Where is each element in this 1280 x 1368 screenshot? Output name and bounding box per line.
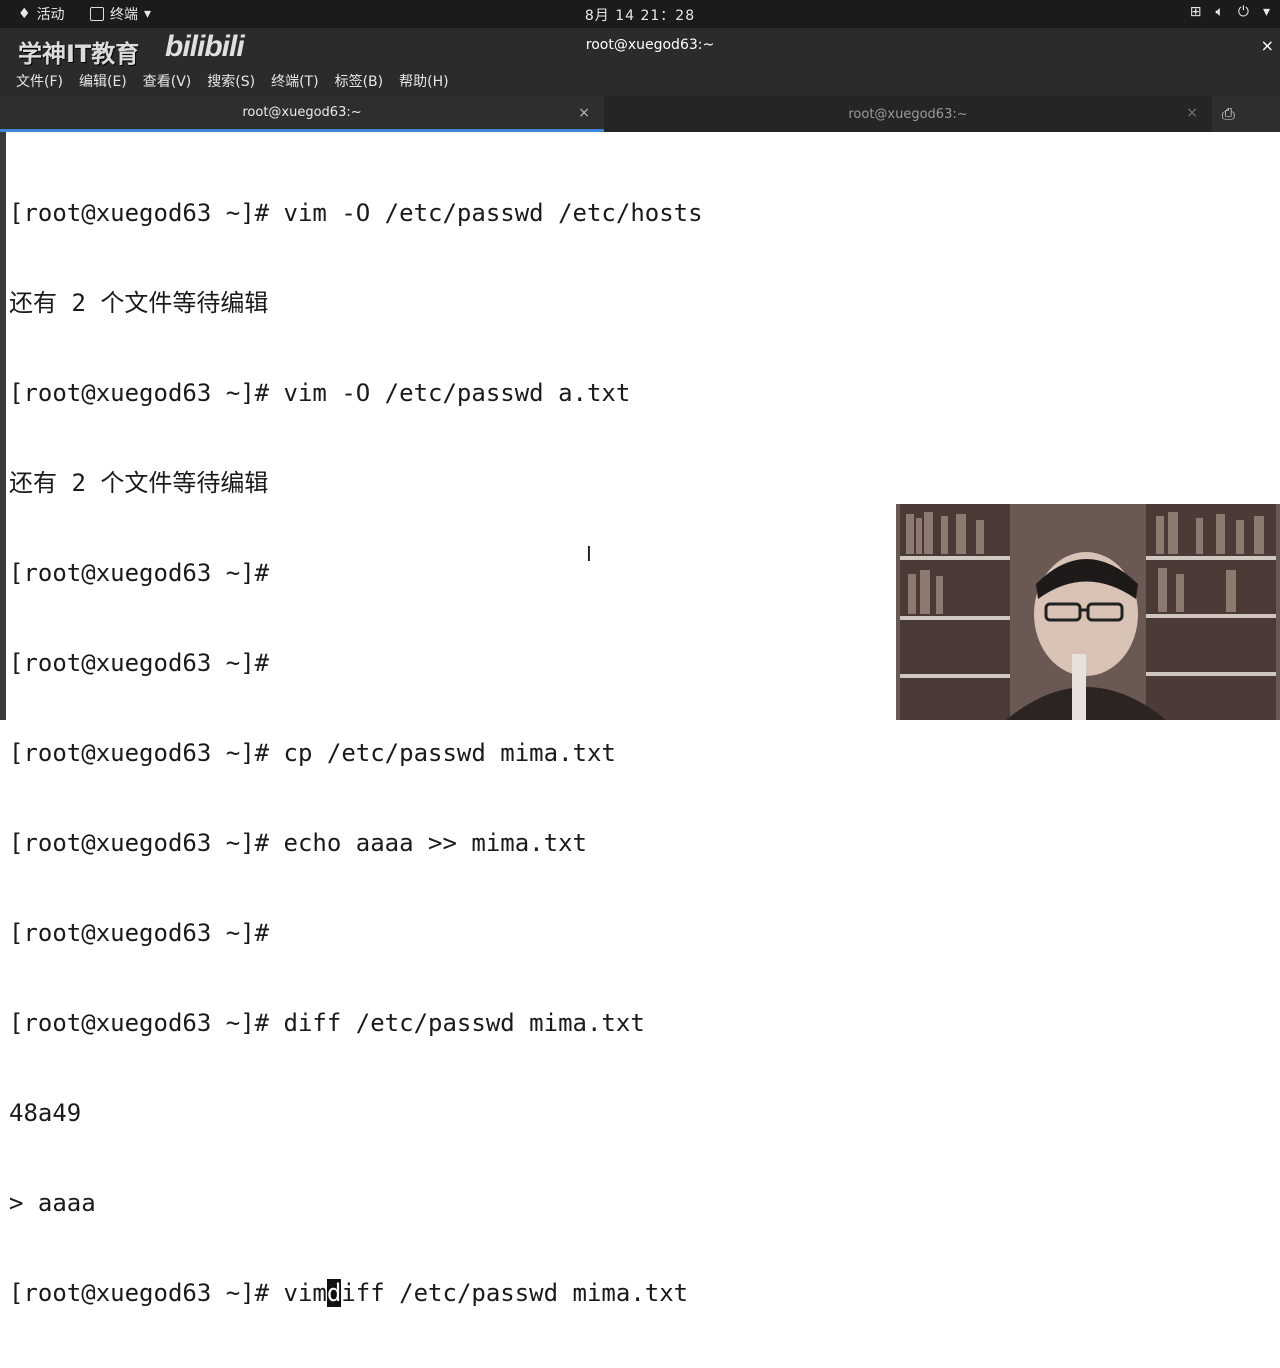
clock[interactable]: 8月 14 21：28 [0, 5, 1280, 25]
terminal-line: [root@xuegod63 ~]# cp /etc/passwd mima.t… [9, 739, 616, 767]
ibeam-cursor-icon: I [586, 542, 592, 566]
input-before-cursor: [root@xuegod63 ~]# vim [9, 1279, 327, 1307]
webcam-image [896, 504, 1280, 720]
power-icon[interactable]: ⏻ [1238, 4, 1249, 20]
terminal-app-icon [90, 7, 104, 21]
text-cursor: d [326, 1279, 342, 1307]
tab-terminal-2[interactable]: root@xuegod63:~ × [604, 96, 1212, 132]
app-menu-label: 终端 [110, 7, 138, 23]
tab-terminal-1[interactable]: root@xuegod63:~ × [0, 96, 604, 132]
terminal-line: [root@xuegod63 ~]# diff /etc/passwd mima… [9, 1009, 645, 1037]
system-top-bar: ♦ 活动 终端 ▾ 8月 14 21：28 ⊞ 🔈︎ ⏻ ▾ [0, 0, 1280, 28]
close-icon[interactable]: × [578, 105, 590, 121]
menu-bar: 文件(F) 编辑(E) 查看(V) 搜索(S) 终端(T) 标签(B) 帮助(H… [0, 66, 1280, 96]
volume-icon[interactable]: 🔈︎ [1215, 4, 1223, 20]
menu-edit[interactable]: 编辑(E) [79, 71, 127, 91]
menu-terminal[interactable]: 终端(T) [271, 71, 318, 91]
terminal-line: 还有 2 个文件等待编辑 [9, 469, 269, 497]
tab-bar: root@xuegod63:~ × root@xuegod63:~ × ⎙ [0, 96, 1280, 132]
system-tray[interactable]: ⊞ 🔈︎ ⏻ ▾ [1190, 4, 1270, 20]
terminal-input-line[interactable]: [root@xuegod63 ~]# vimdiff /etc/passwd m… [9, 1278, 703, 1308]
activities-button[interactable]: ♦ 活动 [18, 4, 65, 24]
activities-label: 活动 [36, 7, 65, 23]
window-title-bar[interactable]: 学神IT教育 bilibili root@xuegod63:~ × [0, 28, 1280, 68]
app-menu-button[interactable]: 终端 ▾ [90, 4, 151, 24]
input-after-cursor: iff /etc/passwd mima.txt [341, 1279, 689, 1307]
menu-help[interactable]: 帮助(H) [399, 71, 448, 91]
terminal-line: > aaaa [9, 1189, 96, 1217]
terminal-output: [root@xuegod63 ~]# vim -O /etc/passwd /e… [9, 138, 703, 1368]
menu-file[interactable]: 文件(F) [16, 71, 63, 91]
chevron-down-icon[interactable]: ▾ [1263, 4, 1270, 20]
new-tab-icon[interactable]: ⎙ [1222, 104, 1235, 124]
close-icon[interactable]: × [1186, 105, 1198, 121]
presenter-webcam-video [896, 504, 1280, 720]
terminal-line: 48a49 [9, 1099, 82, 1127]
tab-label: root@xuegod63:~ [848, 106, 968, 122]
window-close-button[interactable]: × [1261, 36, 1274, 55]
terminal-line: [root@xuegod63 ~]# echo aaaa >> mima.txt [9, 829, 587, 857]
terminal-line: [root@xuegod63 ~]# [9, 559, 270, 587]
terminal-line: 还有 2 个文件等待编辑 [9, 289, 269, 317]
terminal-line: [root@xuegod63 ~]# vim -O /etc/passwd a.… [9, 379, 631, 407]
menu-search[interactable]: 搜索(S) [207, 71, 255, 91]
menu-view[interactable]: 查看(V) [143, 71, 192, 91]
terminal-line: [root@xuegod63 ~]# [9, 919, 270, 947]
window-title: root@xuegod63:~ [585, 37, 715, 53]
terminal-line: [root@xuegod63 ~]# [9, 649, 270, 677]
tab-label: root@xuegod63:~ [242, 105, 362, 120]
chevron-down-icon: ▾ [144, 6, 152, 22]
network-icon[interactable]: ⊞ [1190, 4, 1202, 20]
gnome-foot-icon: ♦ [18, 6, 31, 22]
terminal-line: [root@xuegod63 ~]# vim -O /etc/passwd /e… [9, 199, 703, 227]
menu-tabs[interactable]: 标签(B) [335, 71, 384, 91]
